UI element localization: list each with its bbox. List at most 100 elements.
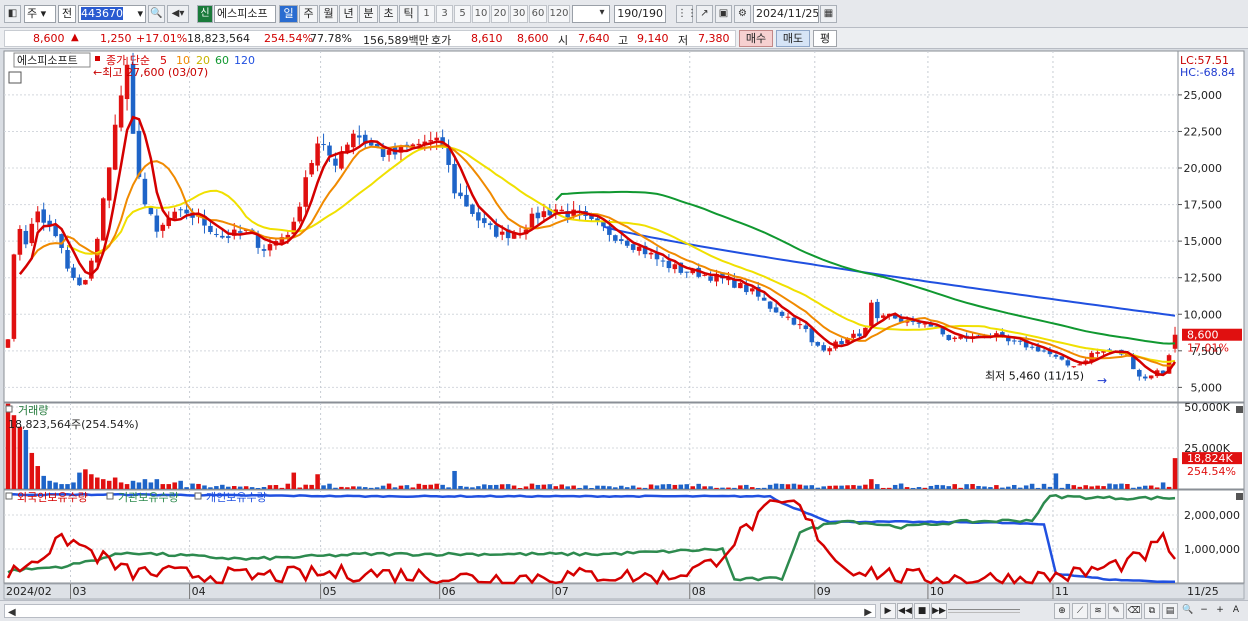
candle-body <box>738 282 743 289</box>
volume-bar <box>190 483 195 489</box>
sell-button[interactable]: 매도 <box>776 30 810 47</box>
search-icon[interactable]: 🔍 <box>148 5 165 23</box>
volume-bar <box>654 485 660 489</box>
fast-forward-icon[interactable]: ▶▶ <box>931 603 947 619</box>
quote-info-bar: 8,600 ▲ 1,250 +17.01% 18,823,564 254.54%… <box>0 28 1248 49</box>
candle-body <box>172 211 177 219</box>
gear-icon[interactable]: ⚙ <box>734 5 751 23</box>
copy-icon[interactable]: ⧉ <box>1144 603 1160 619</box>
chart-menu-icon[interactable]: ◧ <box>4 5 21 23</box>
period-tab-5[interactable]: 초 <box>379 5 398 23</box>
horizontal-scrollbar[interactable]: ◀ ▶ <box>4 604 876 618</box>
candle-body <box>1017 340 1023 342</box>
table-icon[interactable]: ▤ <box>1162 603 1178 619</box>
period-tab-2[interactable]: 월 <box>319 5 338 23</box>
volume-bar <box>922 487 928 489</box>
chart-panel-1 <box>3 50 1179 403</box>
zoom-out-icon[interactable]: − <box>1196 603 1212 619</box>
rewind-icon[interactable]: ◀◀ <box>897 603 913 619</box>
candle-body <box>53 225 58 237</box>
volume-bar <box>934 484 940 489</box>
interval-button-10[interactable]: 10 <box>472 5 490 23</box>
volume-bar <box>172 482 177 489</box>
period-tab-6[interactable]: 틱 <box>399 5 418 23</box>
candle-body <box>357 135 362 138</box>
buy-button[interactable]: 매수 <box>739 30 773 47</box>
candle-body <box>708 276 713 281</box>
fib-icon[interactable]: ≋ <box>1090 603 1106 619</box>
volume-bar <box>773 483 779 489</box>
volume-bar <box>1041 483 1047 489</box>
interval-dropdown-icon[interactable]: ▾ <box>594 5 610 23</box>
grid-icon[interactable]: ⋮⋮ <box>676 5 697 23</box>
volume-bar <box>434 483 439 489</box>
candle-body <box>112 124 118 170</box>
volume-bar <box>898 483 904 489</box>
max-price-note: ←최고 27,600 (03/07) <box>93 66 208 79</box>
volume-bar <box>601 485 606 489</box>
period-toggle-button[interactable]: 전 <box>58 5 76 23</box>
candle-body <box>386 150 392 155</box>
candle-body <box>29 223 35 244</box>
price-tick-label: 10,000 <box>1184 308 1223 321</box>
zoom-search-icon[interactable]: 🔍 <box>1180 603 1196 619</box>
volume-bar <box>869 479 874 489</box>
stock-chart[interactable]: 25,000 22,500 20,000 17,500 15,000 12,500 10,0… <box>0 49 1248 600</box>
font-size-icon[interactable]: A <box>1228 603 1244 619</box>
market-select[interactable]: 주 ▾ <box>24 5 56 23</box>
candle-body <box>619 239 624 241</box>
interval-button-1[interactable]: 1 <box>418 5 435 23</box>
interval-button-120[interactable]: 120 <box>548 5 570 23</box>
eraser-icon[interactable]: ⌫ <box>1126 603 1142 619</box>
interval-button-5[interactable]: 5 <box>454 5 471 23</box>
interval-button-20[interactable]: 20 <box>491 5 509 23</box>
volume-bar <box>839 485 844 489</box>
scroll-right-icon[interactable]: ▶ <box>864 607 872 618</box>
interval-button-60[interactable]: 60 <box>529 5 547 23</box>
candle-body <box>136 130 142 178</box>
zoom-slider[interactable] <box>948 609 1020 613</box>
scroll-left-icon[interactable]: ◀ <box>8 607 16 618</box>
count-field[interactable]: 190/190 <box>614 5 666 23</box>
open-price: 7,640 <box>578 32 610 45</box>
volume-bar <box>1065 483 1071 489</box>
crosshair-icon[interactable]: ⊕ <box>1054 603 1070 619</box>
speaker-icon[interactable]: ◀▾ <box>167 5 189 23</box>
volume-bar <box>95 477 100 489</box>
period-tab-1[interactable]: 주 <box>299 5 318 23</box>
volume-bar <box>958 487 963 489</box>
candle-body <box>118 95 124 128</box>
period-tab-3[interactable]: 년 <box>339 5 358 23</box>
volume-bar <box>672 484 678 489</box>
bottom-toolbar: ◀ ▶ ▶ ◀◀ ■ ▶▶ ⊕ ⟋ ≋ ✎ ⌫ ⧉ ▤ 🔍 − + A <box>0 600 1248 621</box>
volume-bar <box>458 485 463 489</box>
scroll-end-left-icon[interactable]: ▶ <box>880 603 896 619</box>
stock-name-tag-label: 에스피소프트 <box>17 54 78 67</box>
volume-bar <box>231 486 237 489</box>
min-price-note: 최저 5,460 (11/15) <box>985 370 1084 383</box>
average-button[interactable]: 평 <box>813 30 837 47</box>
volume-bar <box>523 486 529 489</box>
high-label: 고 <box>618 34 629 47</box>
text-tool-icon[interactable]: ✎ <box>1108 603 1124 619</box>
candle-body <box>1071 366 1077 368</box>
stop-icon[interactable]: ■ <box>914 603 930 619</box>
stock-code-input[interactable]: 443670 ▾ <box>78 5 146 23</box>
period-tab-4[interactable]: 분 <box>359 5 378 23</box>
stock-name-field[interactable]: 에스피소프 <box>214 5 276 23</box>
period-tab-0[interactable]: 일 <box>279 5 298 23</box>
candle-body <box>1137 369 1142 377</box>
save-icon[interactable]: ▣ <box>715 5 732 23</box>
volume-bar <box>398 485 404 489</box>
volume-bar <box>916 487 922 489</box>
volume-bar <box>178 480 183 489</box>
draw-tool-icon[interactable]: ↗ <box>696 5 713 23</box>
volume-bar <box>613 487 618 489</box>
calendar-icon[interactable]: ▦ <box>820 5 837 23</box>
zoom-in-icon[interactable]: + <box>1212 603 1228 619</box>
interval-button-3[interactable]: 3 <box>436 5 453 23</box>
trend-line-icon[interactable]: ⟋ <box>1072 603 1088 619</box>
volume-bar <box>630 485 636 489</box>
date-field[interactable]: 2024/11/25 <box>753 5 819 23</box>
interval-button-30[interactable]: 30 <box>510 5 528 23</box>
